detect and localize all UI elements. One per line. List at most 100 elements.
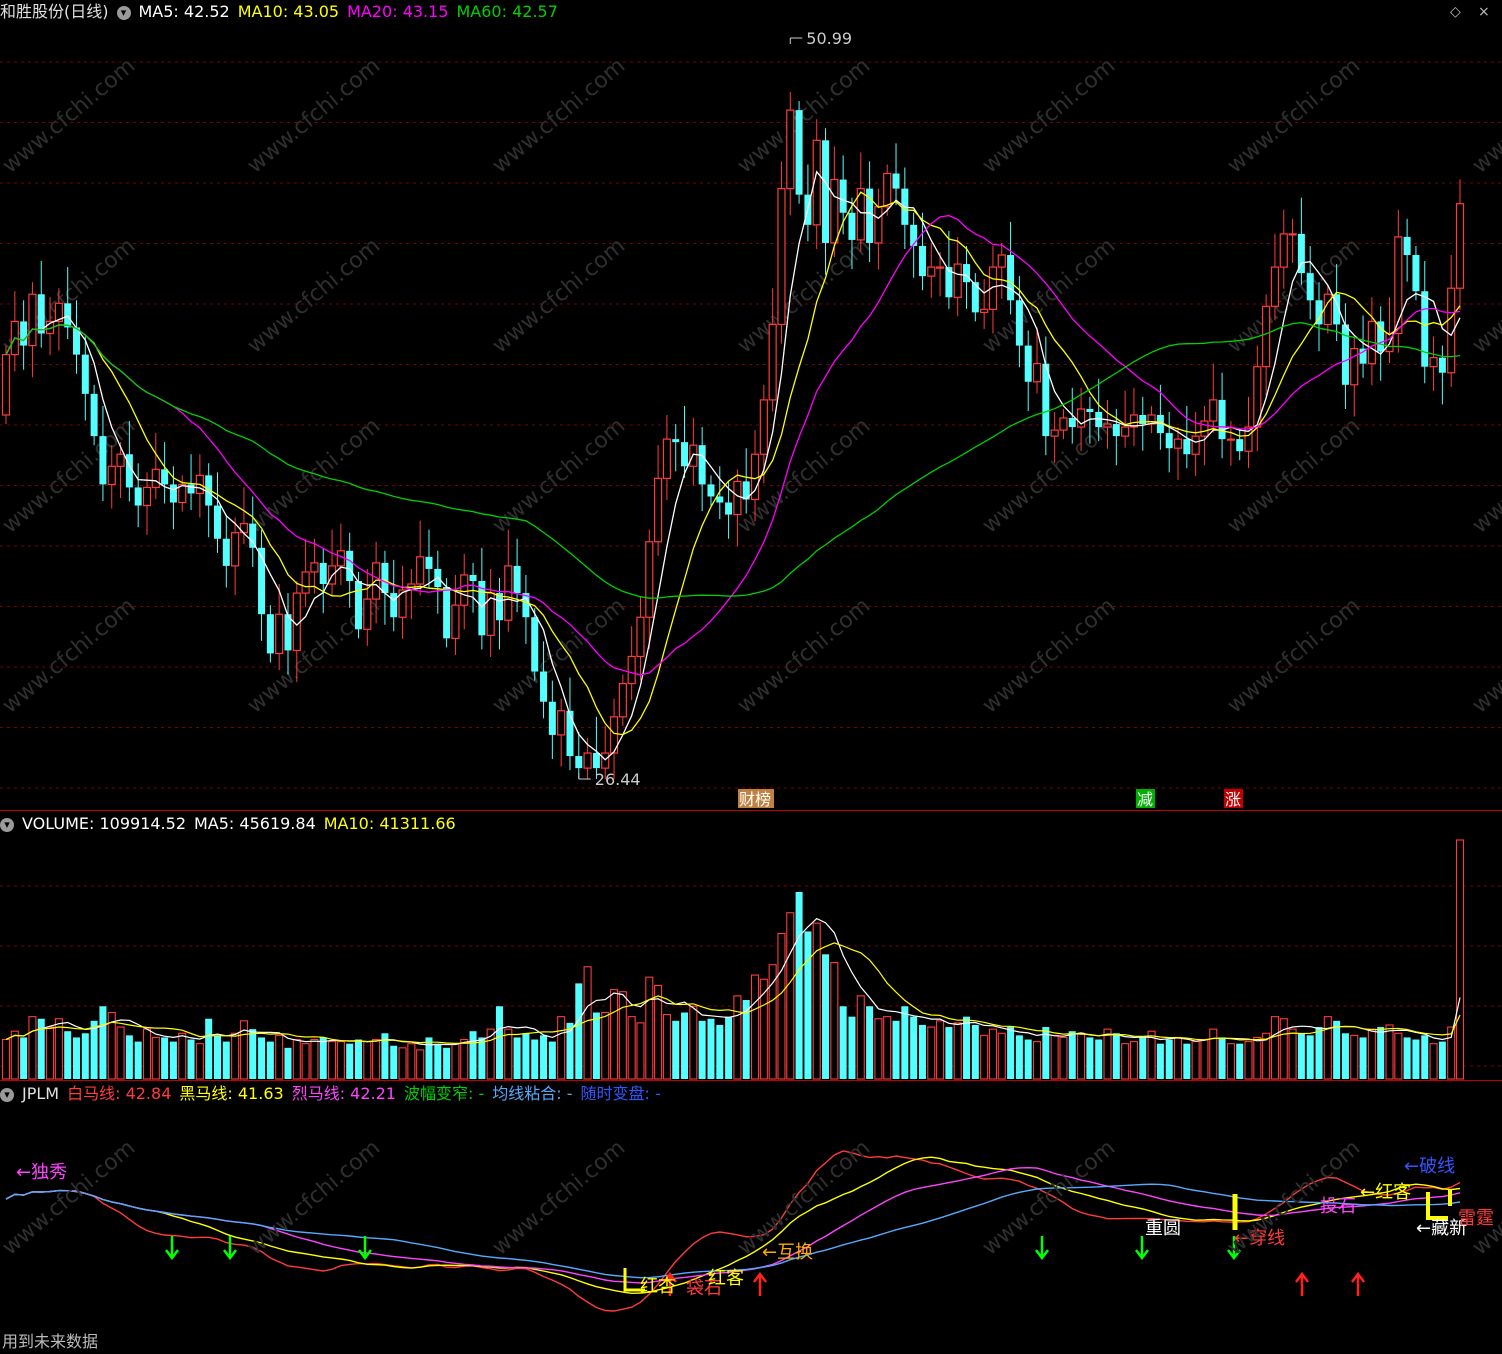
volume-bar bbox=[249, 1029, 257, 1079]
volume-bar bbox=[1429, 1043, 1438, 1080]
candle-body bbox=[1209, 399, 1218, 422]
candle-body bbox=[381, 562, 389, 594]
volume-bar bbox=[1270, 1016, 1279, 1080]
watermark-text: www.cfchi.com bbox=[488, 1135, 630, 1260]
indicator-label: ←破线 bbox=[1404, 1156, 1455, 1177]
volume-bar bbox=[1024, 1039, 1032, 1079]
candle-body bbox=[1173, 438, 1183, 449]
volume-bar bbox=[725, 1016, 733, 1079]
candle-body bbox=[689, 444, 698, 467]
collapse-toggle-icon[interactable]: ▾ bbox=[116, 5, 131, 20]
indicator-chart: ←独秀红杏 袋石红客←互换重圆 ←穿线投石←红客←破线←藏新雷霆www.cfchi.… bbox=[0, 1135, 1502, 1312]
volume-ma5-label: MA5: 45619.84 bbox=[194, 814, 316, 833]
high-marker bbox=[789, 37, 803, 44]
candle-body bbox=[469, 574, 477, 581]
suishi-label: 随时变盘: - bbox=[580, 1084, 661, 1103]
candle-body bbox=[134, 487, 142, 506]
volume-bar bbox=[398, 1047, 407, 1080]
volume-bar bbox=[1385, 1024, 1394, 1080]
volume-bar bbox=[583, 966, 592, 1080]
candle-body bbox=[698, 445, 706, 485]
candle-body bbox=[548, 701, 556, 735]
candle-body bbox=[592, 753, 600, 769]
volume-bar bbox=[883, 1016, 892, 1080]
volume-bar bbox=[1050, 1034, 1059, 1080]
candle-body bbox=[310, 562, 319, 573]
volume-bar bbox=[363, 1041, 372, 1080]
candle-body bbox=[425, 556, 433, 569]
candle-body bbox=[1032, 363, 1042, 383]
close-icon[interactable]: × bbox=[1478, 4, 1490, 20]
indicator-header: ▾ JPLM 白马线: 42.84 黑马线: 41.63 烈马线: 42.21 波幅变窄:… bbox=[0, 1082, 669, 1106]
volume-bar bbox=[28, 1016, 37, 1080]
volume-bar bbox=[195, 1043, 204, 1080]
low-marker bbox=[578, 773, 591, 780]
candle-body bbox=[460, 574, 469, 606]
watermark-text: www.cfchi.com bbox=[243, 53, 385, 178]
candle-body bbox=[918, 245, 926, 277]
volume-bar bbox=[681, 1012, 689, 1079]
watermark-text: www.cfchi.com bbox=[1468, 593, 1502, 718]
volume-bar bbox=[346, 1043, 354, 1079]
volume-bar bbox=[116, 1026, 125, 1080]
candle-body bbox=[953, 263, 962, 298]
volume-bar bbox=[645, 976, 654, 1080]
volume-bar bbox=[1412, 1039, 1420, 1079]
candle-body bbox=[363, 598, 372, 630]
indicator-label: 重圆 bbox=[1145, 1218, 1181, 1239]
indicator-label: ←独秀 bbox=[16, 1162, 67, 1183]
candle-body bbox=[451, 604, 460, 639]
volume-bar bbox=[1236, 1043, 1244, 1079]
indicator-toggle-icon[interactable]: ▾ bbox=[0, 1087, 14, 1102]
panel-divider-1[interactable] bbox=[0, 810, 1502, 811]
volume-bar bbox=[354, 1039, 362, 1079]
candle-body bbox=[513, 565, 521, 594]
volume-bar bbox=[1173, 1036, 1183, 1080]
volume-label: VOLUME: 109914.52 bbox=[22, 814, 186, 833]
volume-bar bbox=[1121, 1043, 1130, 1080]
volume-bar bbox=[1103, 1028, 1112, 1080]
panel-divider-2[interactable] bbox=[0, 1080, 1502, 1081]
volume-bar bbox=[64, 1031, 72, 1079]
ma20-label: MA20: 43.15 bbox=[347, 2, 449, 21]
candle-body bbox=[107, 465, 116, 486]
volume-bar bbox=[1455, 839, 1465, 1080]
watermark-text: www.cfchi.com bbox=[1468, 413, 1502, 538]
volume-ma5-line bbox=[5, 917, 1461, 1046]
candle-body bbox=[354, 580, 362, 630]
volume-toggle-icon[interactable]: ▾ bbox=[0, 817, 14, 832]
candle-body bbox=[1200, 420, 1209, 437]
ma10-label: MA10: 43.05 bbox=[237, 2, 340, 21]
volume-bar bbox=[856, 995, 865, 1080]
candle-body bbox=[1341, 324, 1349, 385]
candle-body bbox=[301, 571, 310, 594]
down-arrow-icon bbox=[358, 1236, 372, 1261]
volume-bar bbox=[997, 1032, 1006, 1080]
indicator-label: 投石 bbox=[1320, 1196, 1356, 1217]
watermark-text: www.cfchi.com bbox=[488, 53, 630, 178]
volume-bar bbox=[936, 1020, 945, 1080]
volume-bar bbox=[292, 1038, 301, 1080]
candle-body bbox=[1226, 438, 1235, 441]
candle-body bbox=[142, 486, 152, 507]
ma5-label: MA5: 42.52 bbox=[138, 2, 230, 21]
volume-bar bbox=[822, 954, 830, 1079]
watermark-text: www.cfchi.com bbox=[978, 593, 1120, 718]
volume-bar bbox=[627, 1016, 636, 1080]
candle-body bbox=[1024, 345, 1032, 382]
candle-body bbox=[1183, 439, 1191, 455]
watermark-text: www.cfchi.com bbox=[243, 233, 385, 358]
candle-body bbox=[672, 439, 680, 443]
candle-body bbox=[187, 484, 195, 494]
candle-body bbox=[1403, 236, 1411, 256]
volume-bar bbox=[134, 1041, 142, 1079]
volume-bar bbox=[443, 1047, 451, 1079]
diamond-icon[interactable]: ◇ bbox=[1450, 4, 1461, 20]
volume-bar bbox=[10, 1030, 19, 1080]
candle-body bbox=[1068, 418, 1076, 428]
volume-bar bbox=[672, 1020, 680, 1079]
volume-bar bbox=[1068, 1031, 1076, 1079]
volume-bar bbox=[1191, 1041, 1200, 1080]
candle-body bbox=[1007, 255, 1015, 301]
volume-bar bbox=[531, 1039, 539, 1079]
